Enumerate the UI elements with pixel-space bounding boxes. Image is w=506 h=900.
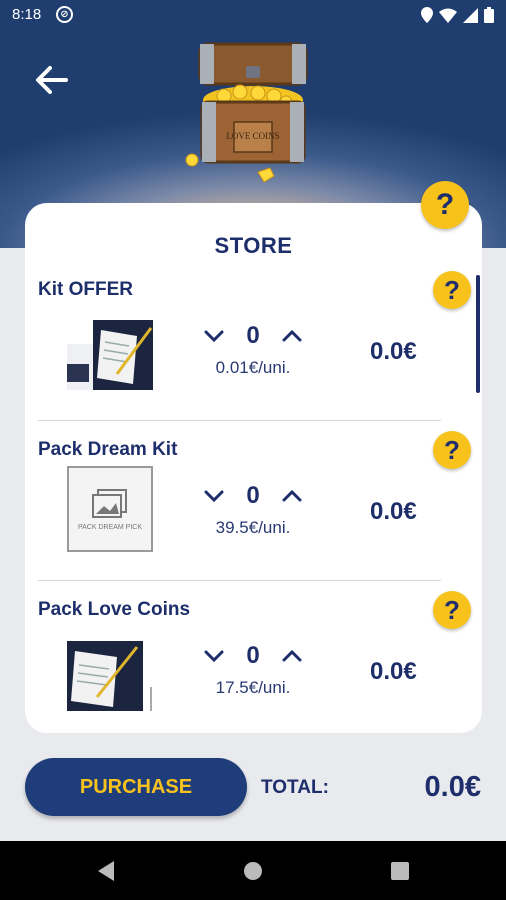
signal-icon — [463, 7, 478, 23]
list-item: Kit OFFER ? 0 0.01€/uni. 0.0€ — [25, 261, 471, 421]
item-help-button[interactable]: ? — [433, 431, 471, 469]
store-card: STORE Kit OFFER ? 0 0.01€/uni. 0.0€ Pack… — [25, 203, 482, 733]
item-thumbnail — [67, 320, 153, 390]
total-value: 0.0€ — [424, 771, 481, 803]
item-price: 0.0€ — [370, 498, 417, 525]
item-quantity: 0 — [246, 482, 260, 509]
purchase-button[interactable]: PURCHASE — [25, 758, 247, 816]
quantity-stepper: 0 — [203, 482, 303, 509]
item-help-button[interactable]: ? — [433, 271, 471, 309]
thumbnail-caption: PACK DREAM PICK — [77, 523, 143, 531]
system-nav-bar — [0, 841, 506, 900]
treasure-chest-icon: LOVE COINS — [185, 42, 308, 183]
item-thumbnail — [67, 641, 152, 711]
data-saver-icon: ⊘ — [56, 6, 73, 23]
item-name: Pack Dream Kit — [38, 439, 178, 460]
status-time: 8:18 — [12, 6, 42, 23]
wifi-icon — [439, 8, 457, 23]
image-placeholder-icon — [92, 488, 127, 518]
chevron-down-icon[interactable] — [203, 485, 225, 507]
quantity-stepper: 0 — [203, 642, 303, 669]
chevron-up-icon[interactable] — [281, 645, 303, 667]
item-help-button[interactable]: ? — [433, 591, 471, 629]
chevron-down-icon[interactable] — [203, 325, 225, 347]
total-label: TOTAL: — [261, 777, 329, 798]
chevron-up-icon[interactable] — [281, 325, 303, 347]
item-quantity: 0 — [246, 642, 260, 669]
item-price: 0.0€ — [370, 338, 417, 365]
help-icon[interactable]: ? — [421, 181, 469, 229]
list-scrollbar[interactable] — [476, 275, 480, 393]
nav-home-icon[interactable] — [243, 860, 263, 882]
store-help-button[interactable]: ? — [421, 181, 469, 229]
item-name: Pack Love Coins — [38, 599, 191, 620]
quantity-stepper: 0 — [203, 322, 303, 349]
chevron-up-icon[interactable] — [281, 485, 303, 507]
item-name: Kit OFFER — [38, 279, 133, 300]
nav-recents-icon[interactable] — [390, 860, 410, 882]
store-title: STORE — [214, 233, 293, 258]
nav-back-icon[interactable] — [96, 860, 116, 882]
status-bar: 8:18 ⊘ — [0, 0, 506, 30]
chevron-down-icon[interactable] — [203, 645, 225, 667]
back-arrow-icon[interactable] — [30, 58, 74, 102]
item-thumbnail-placeholder: PACK DREAM PICK — [67, 466, 153, 552]
item-quantity: 0 — [246, 322, 260, 349]
list-item: Pack Dream Kit ? PACK DREAM PICK 0 39.5€… — [25, 421, 471, 581]
item-unit-price: 0.01€/uni. — [215, 358, 291, 377]
list-item: Pack Love Coins ? 0 17.5€/uni. 0.0€ — [25, 581, 471, 733]
location-icon — [421, 7, 433, 23]
battery-icon — [484, 7, 494, 23]
item-unit-price: 17.5€/uni. — [215, 678, 291, 697]
item-price: 0.0€ — [370, 658, 417, 685]
item-unit-price: 39.5€/uni. — [215, 518, 291, 537]
chest-lettering: LOVE COINS — [226, 131, 279, 141]
